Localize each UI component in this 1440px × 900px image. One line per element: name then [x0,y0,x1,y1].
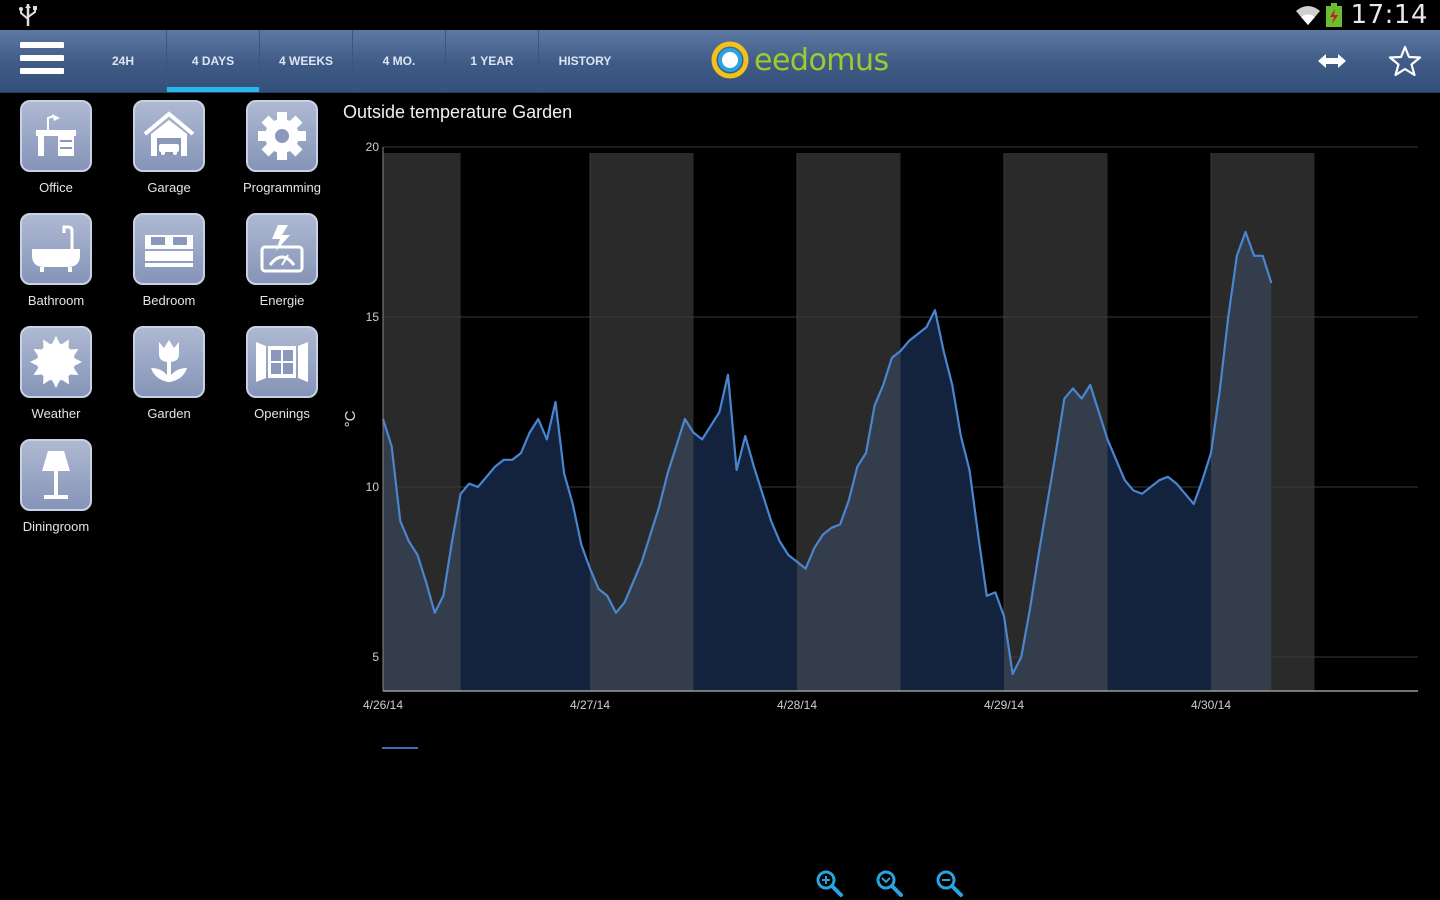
room-tile [20,213,92,285]
room-diningroom[interactable]: Diningroom [0,439,112,547]
window-icon [256,342,308,382]
room-label: Programming [242,180,322,195]
zoom-controls [814,868,964,898]
room-garden[interactable]: Garden [113,326,225,434]
wifi-icon [1295,6,1320,25]
y-tick-label: 5 [372,650,379,664]
room-label: Energie [259,293,305,308]
battery-icon [1325,3,1342,27]
x-tick-label: 4/26/14 [363,698,403,712]
x-tick-label: 4/28/14 [777,698,817,712]
room-openings[interactable]: Openings [226,326,338,434]
tab-4-months[interactable]: 4 MO. [353,30,446,92]
tab-history[interactable]: HISTORY [539,30,631,92]
energy-meter-icon [260,225,304,273]
legend-series-swatch [382,747,418,749]
garage-icon [143,111,195,156]
eedomus-logo: eedomus [710,40,889,80]
usb-icon [19,4,37,26]
tab-24h[interactable]: 24H [80,30,167,92]
zoom-out-icon[interactable] [934,868,964,898]
room-weather[interactable]: Weather [0,326,112,434]
expand-icon[interactable] [1314,48,1350,74]
room-label: Garden [147,406,191,421]
room-label: Garage [147,180,191,195]
bathtub-icon [32,225,80,272]
logo-ring-icon [711,41,749,79]
x-tick-label: 4/27/14 [570,698,610,712]
room-tile [20,439,92,511]
room-label: Office [39,180,73,195]
room-tile [246,213,318,285]
room-label: Weather [31,406,81,421]
room-garage[interactable]: Garage [113,100,225,208]
room-label: Bedroom [142,293,196,308]
y-tick-label: 10 [366,480,380,494]
tab-4-days[interactable]: 4 DAYS [167,30,260,92]
star-icon[interactable] [1388,44,1422,78]
zoom-in-icon[interactable] [814,868,844,898]
sun-icon [30,336,82,388]
desk-icon [36,114,76,156]
room-tile [133,100,205,172]
room-label: Openings [254,406,310,421]
gear-icon [258,112,306,160]
room-office[interactable]: Office [0,100,112,208]
room-tile [20,100,92,172]
tab-1-year[interactable]: 1 YEAR [446,30,539,92]
room-label: Diningroom [22,519,90,534]
status-bar: 17:14 [0,0,1440,30]
room-tile [133,326,205,398]
tab-4-weeks[interactable]: 4 WEEKS [260,30,353,92]
chart-title: Outside temperature Garden [343,102,573,122]
room-programming[interactable]: Programming [226,100,338,208]
temperature-chart[interactable]: 5 10 15 20 4/26/14 4/27/14 4/28/14 4/29/14 4/30/… [335,135,1435,735]
x-tick-label: 4/29/14 [984,698,1024,712]
tulip-icon [151,340,187,382]
zoom-reset-icon[interactable] [874,868,904,898]
y-tick-label: 20 [366,140,380,154]
room-tile [20,326,92,398]
y-tick-label: 15 [366,310,380,324]
bed-icon [145,235,193,267]
room-bathroom[interactable]: Bathroom [0,213,112,321]
room-tile [133,213,205,285]
room-tile [246,326,318,398]
room-label: Bathroom [27,293,85,308]
room-bedroom[interactable]: Bedroom [113,213,225,321]
lamp-icon [42,451,70,499]
status-clock: 17:14 [1350,0,1428,30]
room-energie[interactable]: Energie [226,213,338,321]
logo-text: eedomus [754,42,889,78]
action-bar: 24H 4 DAYS 4 WEEKS 4 MO. 1 YEAR HISTORY … [0,30,1440,93]
menu-icon[interactable] [20,42,64,78]
x-tick-label: 4/30/14 [1191,698,1231,712]
y-axis-label: °C [342,410,359,427]
room-tile [246,100,318,172]
time-range-tabs: 24H 4 DAYS 4 WEEKS 4 MO. 1 YEAR HISTORY [80,30,631,92]
